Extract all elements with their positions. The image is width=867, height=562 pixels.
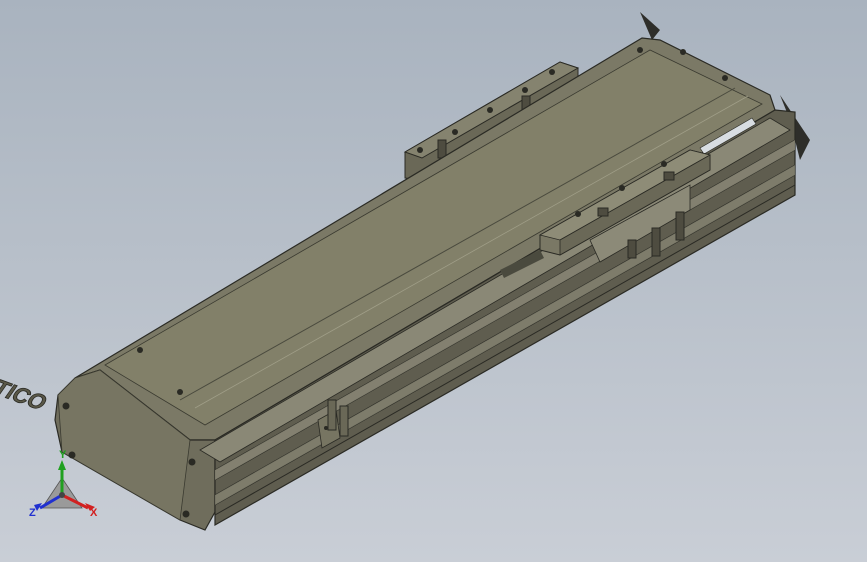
end-cap-screw [182,510,190,518]
triad-y-label: Y [59,449,67,461]
triad-x-label: X [90,507,98,519]
cad-viewport[interactable]: TICO Y X Z [0,0,867,562]
end-cap-screw [62,402,70,410]
motor-end-shadow [640,12,660,40]
end-cap-screw [188,458,196,466]
cover-screw [637,47,643,53]
triad-z-label: Z [29,507,36,519]
brand-logo: TICO [0,376,52,415]
linear-actuator-model[interactable]: TICO Y X Z [0,0,867,562]
cover-screw [722,75,728,81]
end-cap-screw [68,451,76,459]
cover-screw [680,49,686,55]
cover-screw [137,347,143,353]
cover-screw [177,389,183,395]
